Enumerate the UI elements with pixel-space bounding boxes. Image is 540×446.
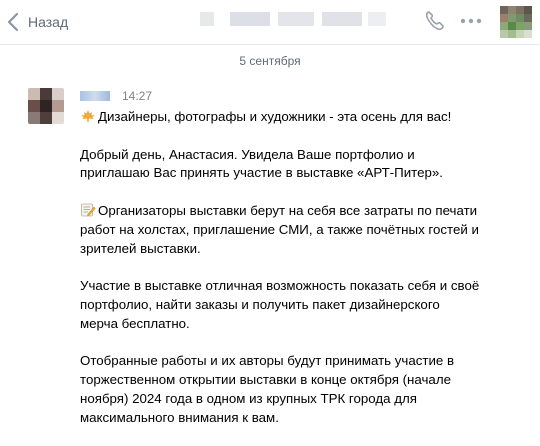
message-time: 14:27	[122, 89, 153, 103]
message-paragraph: Организаторы выставки берут на себя все …	[80, 202, 479, 256]
phone-icon[interactable]	[424, 10, 444, 37]
chat-title[interactable]	[200, 10, 390, 26]
memo-icon	[80, 203, 96, 217]
message-paragraph: Отобранные работы и их авторы будут прин…	[80, 353, 455, 425]
message-text: Дизайнеры, фотографы и художники - эта о…	[80, 108, 480, 446]
message-paragraph: Дизайнеры, фотографы и художники - эта о…	[80, 108, 480, 127]
chat-header: Назад	[0, 0, 540, 45]
message-paragraph: Участие в выставке отличная возможность …	[80, 278, 480, 331]
chevron-left-icon	[6, 12, 20, 32]
sender-avatar[interactable]	[28, 88, 64, 124]
sender-name[interactable]	[80, 91, 110, 101]
more-icon[interactable]	[460, 14, 482, 33]
back-button[interactable]: Назад	[6, 8, 68, 36]
message-paragraph: Добрый день, Анастасия. Увидела Ваше пор…	[80, 146, 443, 181]
header-avatar[interactable]	[500, 6, 532, 38]
back-label: Назад	[28, 14, 69, 30]
date-separator: 5 сентября	[239, 54, 301, 68]
maple-leaf-icon	[80, 109, 96, 123]
